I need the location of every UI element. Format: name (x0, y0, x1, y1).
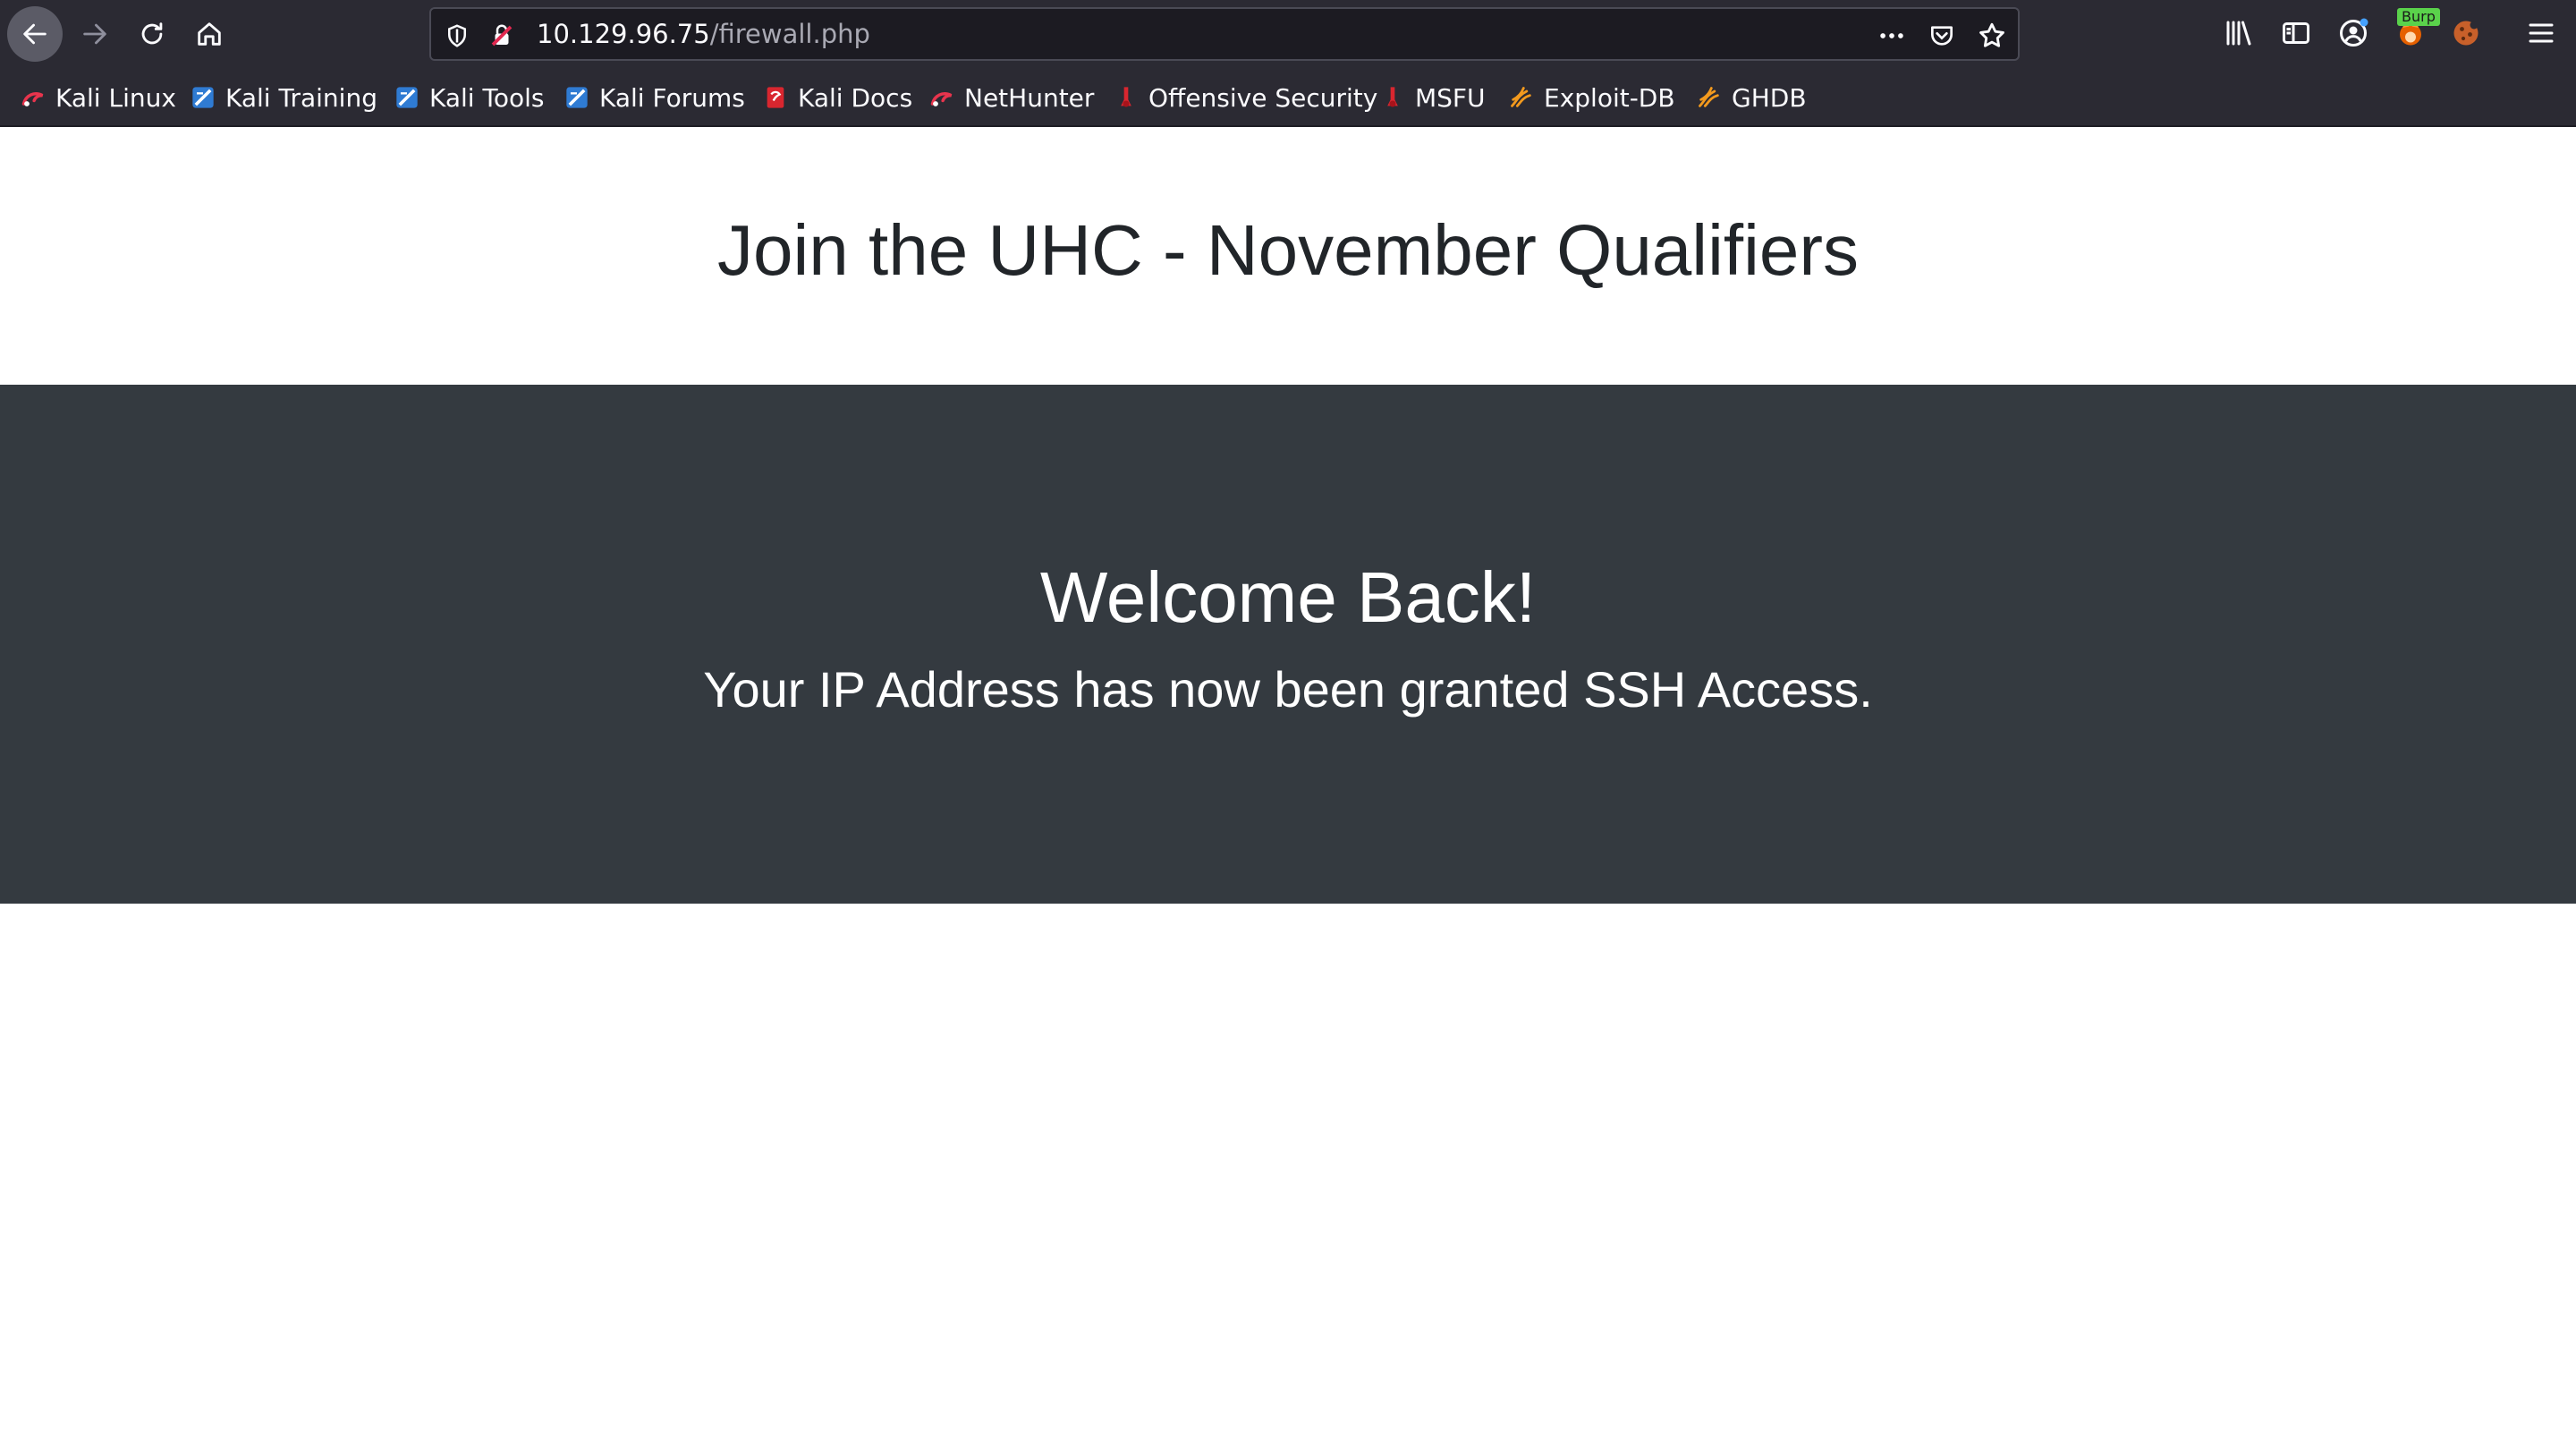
bookmark-kali-docs[interactable]: Kali Docs (762, 68, 912, 127)
kali-training-icon (190, 84, 216, 111)
kali-tools-icon (394, 84, 420, 111)
page-title: Join the UHC - November Qualifiers (717, 210, 1859, 290)
url-text[interactable]: 10.129.96.75/firewall.php (537, 9, 870, 59)
url-host: 10.129.96.75 (537, 19, 710, 49)
cookie-extension-button[interactable] (2445, 13, 2487, 54)
kali-docs-icon (762, 84, 789, 111)
library-icon (2226, 21, 2251, 46)
bookmarks-toolbar: Kali Linux Kali Training Kali Tools Kali… (0, 68, 2576, 127)
page-actions-icon[interactable] (1875, 19, 1909, 53)
bookmark-kali-linux[interactable]: Kali Linux (20, 68, 176, 127)
bookmark-offensive-security[interactable]: Offensive Security (1113, 68, 1377, 127)
library-button[interactable] (2218, 13, 2259, 54)
forward-button[interactable] (66, 7, 123, 61)
hero-title: Welcome Back! (1039, 557, 1537, 637)
bookmark-kali-forums[interactable]: Kali Forums (564, 68, 745, 127)
burp-badge: Burp (2397, 8, 2440, 26)
kali-forums-icon (564, 84, 590, 111)
page-content: Join the UHC - November Qualifiers Welco… (0, 127, 2576, 1444)
bookmark-exploit-db[interactable]: Exploit-DB (1508, 68, 1675, 127)
home-button[interactable] (181, 7, 238, 61)
tracking-shield-icon[interactable] (442, 21, 472, 51)
nethunter-icon (928, 84, 955, 111)
url-bar[interactable]: 10.129.96.75/firewall.php (429, 7, 2020, 61)
pocket-icon[interactable] (1925, 19, 1959, 53)
browser-toolbar: 10.129.96.75/firewall.php Burp (0, 0, 2576, 68)
app-menu-button[interactable] (2521, 13, 2562, 54)
offsec-icon (1113, 84, 1140, 111)
exploitdb-icon (1508, 84, 1535, 111)
bookmark-nethunter[interactable]: NetHunter (928, 68, 1094, 127)
reload-icon (141, 22, 163, 45)
sidebar-icon (2283, 22, 2309, 44)
msfu-icon (1379, 84, 1406, 111)
reload-button[interactable] (123, 7, 181, 61)
account-button[interactable] (2333, 13, 2374, 54)
back-button[interactable] (7, 6, 63, 62)
bookmark-kali-training[interactable]: Kali Training (190, 68, 377, 127)
arrow-right-icon (83, 23, 106, 45)
ghdb-icon (1696, 84, 1723, 111)
insecure-lock-icon[interactable] (487, 21, 517, 51)
sidebar-button[interactable] (2275, 13, 2317, 54)
bookmark-kali-tools[interactable]: Kali Tools (394, 68, 544, 127)
kali-dragon-icon (20, 84, 47, 111)
bookmark-ghdb[interactable]: GHDB (1696, 68, 1807, 127)
hero-subtitle: Your IP Address has now been granted SSH… (703, 661, 1873, 718)
arrow-left-icon (23, 23, 47, 45)
hero-banner: Welcome Back! Your IP Address has now be… (0, 385, 2576, 904)
cookie-extension-icon (2453, 21, 2479, 46)
hamburger-menu-icon (2529, 23, 2554, 43)
bookmark-star-icon[interactable] (1975, 19, 2009, 53)
home-icon (198, 22, 221, 46)
bookmark-msfu[interactable]: MSFU (1379, 68, 1486, 127)
url-path: /firewall.php (709, 19, 870, 49)
account-icon (2340, 18, 2368, 47)
